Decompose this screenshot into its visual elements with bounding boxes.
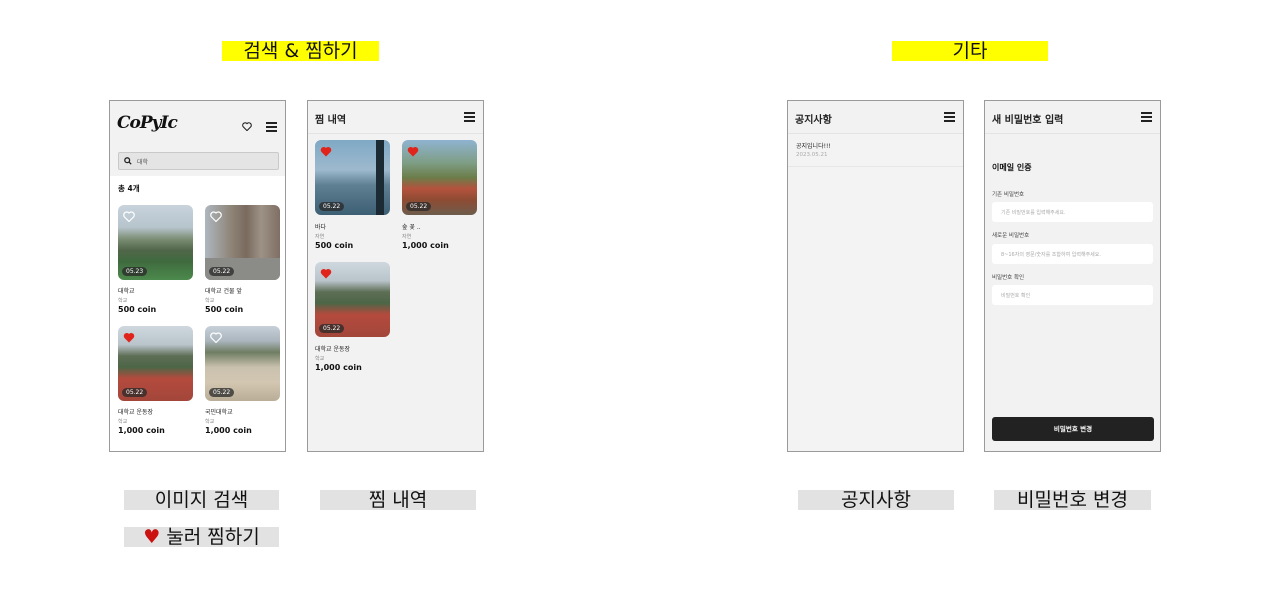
- screen-header: 공지사항: [788, 101, 963, 134]
- item-name: 국민대학교: [205, 409, 233, 416]
- item-price: 500 coin: [205, 305, 244, 314]
- date-badge: 05.22: [406, 202, 432, 211]
- result-count: 총 4개: [118, 184, 140, 193]
- date-badge: 05.22: [209, 267, 235, 276]
- section-heading: 이메일 인증: [992, 163, 1032, 172]
- item-name: 대학교 운동장: [315, 346, 351, 353]
- caption-tap-to-wish: ♥ 눌러 찜하기: [124, 527, 279, 547]
- item-category: 자연: [315, 234, 325, 240]
- heart-outline-icon[interactable]: [210, 211, 222, 222]
- current-password-label: 기존 비밀번호: [992, 192, 1025, 198]
- heart-outline-icon[interactable]: [123, 211, 135, 222]
- result-image[interactable]: 05.22: [118, 326, 193, 401]
- heart-outline-icon[interactable]: [210, 332, 222, 343]
- item-name: 대학교: [118, 288, 135, 295]
- item-category: 자연: [402, 234, 412, 240]
- item-price: 1,000 coin: [118, 426, 165, 435]
- notice-title: 공지입니다!!!: [796, 143, 831, 150]
- item-category: 학교: [205, 419, 215, 425]
- current-password-field[interactable]: 기존 비밀번호를 입력해주세요.: [992, 202, 1153, 222]
- wishlist-image[interactable]: 05.22: [315, 140, 390, 215]
- password-screen: 새 비밀번호 입력 이메일 인증 기존 비밀번호 기존 비밀번호를 입력해주세요…: [984, 100, 1161, 452]
- menu-icon[interactable]: [944, 112, 955, 122]
- item-category: 학교: [205, 298, 215, 304]
- notice-date: 2023.05.21: [796, 152, 828, 158]
- screen-title: 찜 내역: [315, 115, 347, 126]
- confirm-password-label: 비밀번호 확인: [992, 275, 1025, 281]
- change-password-button[interactable]: 비밀번호 변경: [992, 417, 1154, 441]
- menu-icon[interactable]: [464, 112, 475, 122]
- search-icon: [124, 157, 132, 165]
- item-price: 500 coin: [315, 241, 354, 250]
- heart-filled-icon[interactable]: [320, 146, 332, 157]
- heart-filled-icon[interactable]: [320, 268, 332, 279]
- item-category: 학교: [118, 298, 128, 304]
- date-badge: 05.22: [122, 388, 148, 397]
- caption-tap-to-wish-text: 눌러 찜하기: [166, 526, 260, 548]
- caption-notice: 공지사항: [798, 490, 954, 510]
- item-category: 학교: [118, 419, 128, 425]
- item-name: 바다: [315, 224, 327, 231]
- heart-filled-icon[interactable]: [407, 146, 419, 157]
- search-input[interactable]: 대학: [118, 152, 279, 170]
- date-badge: 05.23: [122, 267, 148, 276]
- wishlist-screen: 찜 내역 05.22 바다 자연 500 coin 05.22 숲 꽃 .. 자…: [307, 100, 484, 452]
- screen-title: 새 비밀번호 입력: [992, 115, 1064, 126]
- heart-filled-icon[interactable]: [123, 332, 135, 343]
- item-category: 학교: [315, 356, 325, 362]
- date-badge: 05.22: [319, 324, 345, 333]
- item-name: 대학교 운동장: [118, 409, 154, 416]
- item-name: 숲 꽃 ..: [402, 224, 421, 231]
- new-password-field[interactable]: 8~16자의 영문/숫자를 조합하여 입력해주세요.: [992, 244, 1153, 264]
- heart-outline-icon[interactable]: [242, 122, 252, 131]
- confirm-password-field[interactable]: 비밀번호 확인: [992, 285, 1153, 305]
- wishlist-image[interactable]: 05.22: [315, 262, 390, 337]
- search-value: 대학: [137, 159, 149, 166]
- item-name: 대학교 건물 앞: [205, 288, 242, 295]
- item-price: 1,000 coin: [205, 426, 252, 435]
- new-password-label: 새로운 비밀번호: [992, 233, 1030, 239]
- search-screen: CoPyIc 대학 총 4개 05.23 대학교 학교 500 coin 05.…: [109, 100, 286, 452]
- notice-screen: 공지사항 공지입니다!!! 2023.05.21: [787, 100, 964, 452]
- section-title-search: 검색 & 찜하기: [222, 41, 379, 61]
- heart-icon: ♥: [143, 526, 161, 548]
- date-badge: 05.22: [209, 388, 235, 397]
- item-price: 1,000 coin: [402, 241, 449, 250]
- menu-icon[interactable]: [266, 122, 277, 132]
- app-logo[interactable]: CoPyIc: [117, 113, 178, 133]
- result-image[interactable]: 05.23: [118, 205, 193, 280]
- section-title-other: 기타: [892, 41, 1048, 61]
- screen-title: 공지사항: [795, 115, 832, 126]
- result-image[interactable]: 05.22: [205, 326, 280, 401]
- item-price: 500 coin: [118, 305, 157, 314]
- screen-header: 찜 내역: [308, 101, 483, 134]
- wishlist-image[interactable]: 05.22: [402, 140, 477, 215]
- notice-item[interactable]: 공지입니다!!! 2023.05.21: [788, 134, 963, 167]
- caption-change-password: 비밀번호 변경: [994, 490, 1151, 510]
- caption-wishlist: 찜 내역: [320, 490, 476, 510]
- date-badge: 05.22: [319, 202, 345, 211]
- item-price: 1,000 coin: [315, 363, 362, 372]
- result-image[interactable]: 05.22: [205, 205, 280, 280]
- menu-icon[interactable]: [1141, 112, 1152, 122]
- caption-image-search: 이미지 검색: [124, 490, 279, 510]
- screen-header: 새 비밀번호 입력: [985, 101, 1160, 134]
